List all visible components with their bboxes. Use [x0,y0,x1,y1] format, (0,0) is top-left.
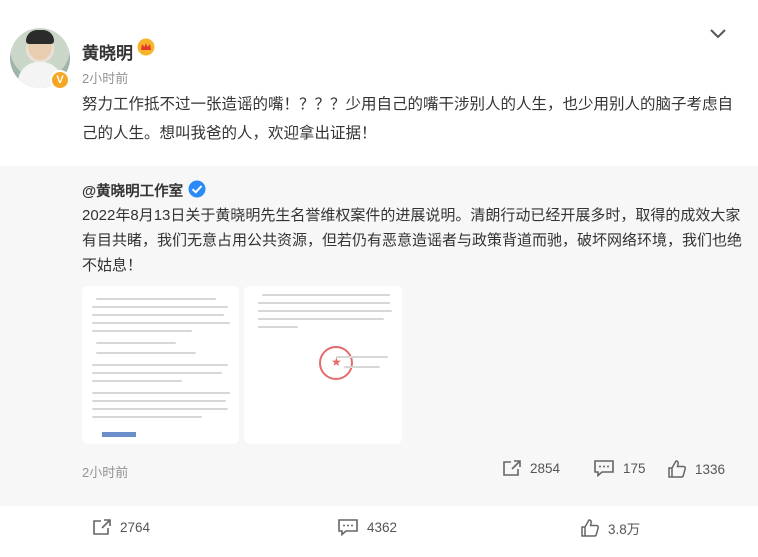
verified-v-icon: V [50,70,70,90]
verified-blue-icon [188,180,206,198]
document-image-2[interactable]: ★ [244,286,402,444]
post-content: 努力工作抵不过一张造谣的嘴！？？？少用自己的嘴干涉别人的人生，也少用别人的脑子考… [82,96,734,142]
thumbs-up-icon [581,519,600,537]
thumbs-up-icon [668,460,687,478]
chevron-down-icon[interactable] [708,26,728,40]
comment-count: 4362 [367,519,398,535]
share-button[interactable]: 2764 [92,518,150,536]
comment-icon [338,519,358,536]
seal-stamp: ★ [319,346,353,380]
share-icon [503,460,521,476]
share-icon [93,519,111,535]
repost-time[interactable]: 2小时前 [82,462,128,481]
repost-like-button[interactable]: 1336 [667,459,725,479]
repost-comment-count: 175 [623,460,646,476]
share-count: 2764 [120,519,151,535]
crown-icon[interactable] [137,38,155,56]
repost-share-count: 2854 [530,460,561,476]
comment-icon [594,460,614,477]
author-name[interactable]: 黄晓明 [82,39,133,64]
document-image-1[interactable] [82,286,239,444]
repost-content: 2022年8月13日关于黄晓明先生名誉维权案件的进展说明。清朗行动已经开展多时，… [82,207,743,274]
post-time[interactable]: 2小时前 [82,68,128,87]
like-button[interactable]: 3.8万 [580,518,640,538]
repost-comment-button[interactable]: 175 [593,459,646,477]
repost-author[interactable]: @黄晓明工作室 [82,180,183,201]
comment-button[interactable]: 4362 [337,518,397,536]
repost-share-button[interactable]: 2854 [502,459,560,477]
repost-like-count: 1336 [695,461,726,477]
weibo-post: V 黄晓明 2小时前 努力工作抵不过一张造谣的嘴！？？？少用自己的嘴干涉别人的人… [0,0,758,557]
like-count: 3.8万 [608,522,641,537]
